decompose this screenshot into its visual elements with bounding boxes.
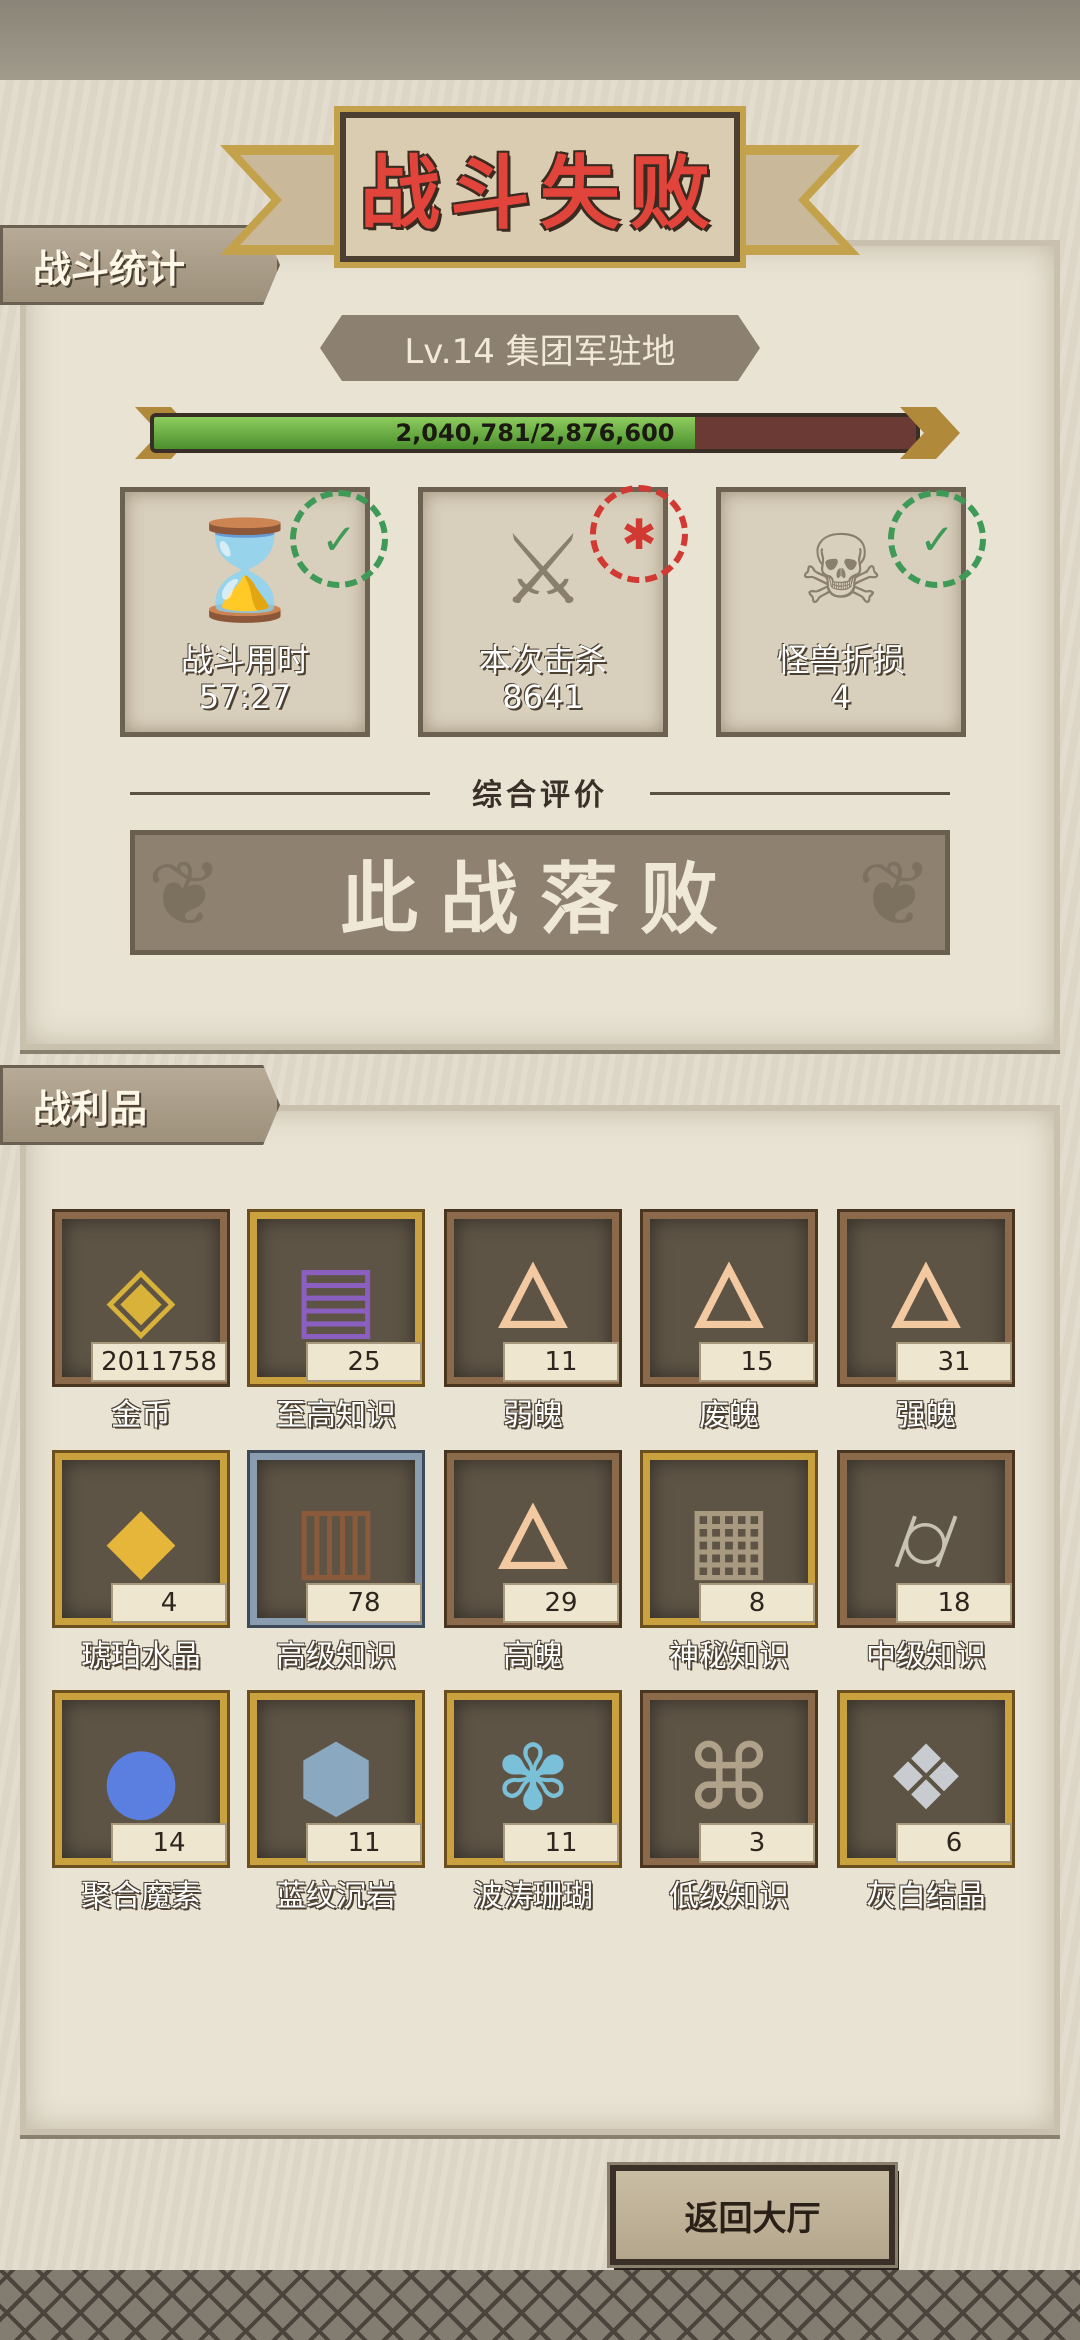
loot-count: 11 — [306, 1823, 422, 1863]
bottom-border — [0, 2270, 1080, 2340]
loot-tag: 战利品 — [0, 1065, 280, 1145]
scroll-icon: ⌭ — [893, 1486, 959, 1591]
verdict-text: 此战落败 — [339, 854, 740, 945]
progress-bar: 2,040,781/2,876,600 — [150, 413, 920, 453]
progress-text: 2,040,781/2,876,600 — [395, 419, 675, 447]
loot-item[interactable]: 🜂 31 强魄 — [840, 1212, 1020, 1433]
loot-name: 强魄 — [896, 1398, 956, 1433]
dragon-ornament-right-icon: ❦ — [857, 842, 933, 947]
loot-count: 3 — [699, 1823, 815, 1863]
stat-label: 怪兽折损 — [776, 641, 905, 679]
loot-count: 6 — [896, 1823, 1012, 1863]
level-label: Lv.14 集团军驻地 — [320, 315, 760, 381]
loot-name: 波涛珊瑚 — [473, 1879, 593, 1914]
top-border — [0, 0, 1080, 80]
divider-left — [130, 792, 430, 795]
blue-orb-icon: ● — [101, 1726, 181, 1831]
loot-name: 蓝纹沉岩 — [276, 1879, 396, 1914]
loot-name: 至高知识 — [276, 1398, 396, 1433]
loot-item[interactable]: ◆ 4 琥珀水晶 — [55, 1453, 235, 1674]
loot-name: 高级知识 — [276, 1639, 396, 1674]
loot-item[interactable]: ▤ 25 至高知识 — [250, 1212, 430, 1433]
dragon-ornament-left-icon: ❦ — [147, 842, 223, 947]
evaluation-label: 综合评价 — [472, 778, 608, 813]
amber-crystal-icon: ◆ — [106, 1486, 176, 1591]
loot-name: 金币 — [111, 1398, 171, 1433]
loot-item[interactable]: 🜂 15 废魄 — [643, 1212, 823, 1433]
loot-item[interactable]: ⌭ 18 中级知识 — [840, 1453, 1020, 1674]
loot-item[interactable]: 🜂 11 弱魄 — [447, 1212, 627, 1433]
loot-name: 中级知识 — [866, 1639, 986, 1674]
gold-coin-icon: ◈ — [106, 1245, 176, 1350]
loot-name: 神秘知识 — [669, 1639, 789, 1674]
loot-count: 2011758 — [91, 1342, 227, 1382]
blue-rock-icon: ⬢ — [296, 1726, 376, 1831]
page-title: 战斗失败 — [360, 147, 720, 240]
red-stamp-icon: ✱ — [590, 485, 688, 583]
coral-icon: ✾ — [495, 1726, 571, 1831]
loot-count: 11 — [503, 1342, 619, 1382]
loot-count: 78 — [306, 1583, 422, 1623]
loot-name: 灰白结晶 — [866, 1879, 986, 1914]
grey-crystal-icon: ❖ — [885, 1726, 967, 1831]
purple-book-icon: ▤ — [293, 1245, 379, 1350]
stat-label: 战斗用时 — [180, 641, 309, 679]
loot-item[interactable]: ⬢ 11 蓝纹沉岩 — [250, 1693, 430, 1914]
loot-name: 琥珀水晶 — [81, 1639, 201, 1674]
green-stamp-icon: ✓ — [290, 490, 388, 588]
loot-count: 31 — [896, 1342, 1012, 1382]
loot-name: 弱魄 — [503, 1398, 563, 1433]
stat-value: 8641 — [502, 678, 584, 716]
title-banner: 战斗失败 — [340, 112, 740, 262]
loot-item[interactable]: ▥ 78 高级知识 — [250, 1453, 430, 1674]
loot-count: 15 — [699, 1342, 815, 1382]
loot-count: 14 — [111, 1823, 227, 1863]
divider-right — [650, 792, 950, 795]
loot-count: 8 — [699, 1583, 815, 1623]
stat-value: 57:27 — [198, 678, 292, 716]
loot-item[interactable]: ⌘ 3 低级知识 — [643, 1693, 823, 1914]
flame-icon: 🜂 — [493, 1486, 573, 1591]
loot-item[interactable]: ✾ 11 波涛珊瑚 — [447, 1693, 627, 1914]
stat-value: 4 — [830, 678, 852, 716]
loot-item[interactable]: ◈ 2011758 金币 — [55, 1212, 235, 1433]
loot-name: 聚合魔素 — [81, 1879, 201, 1914]
loot-name: 高魄 — [503, 1639, 563, 1674]
loot-name: 废魄 — [699, 1398, 759, 1433]
flame-icon: 🜂 — [886, 1245, 966, 1350]
loot-name: 低级知识 — [669, 1879, 789, 1914]
loot-item[interactable]: ▦ 8 神秘知识 — [643, 1453, 823, 1674]
rolled-scroll-icon: ⌘ — [684, 1726, 774, 1831]
loot-item[interactable]: 🜂 29 高魄 — [447, 1453, 627, 1674]
stone-tablet-icon: ▦ — [686, 1486, 772, 1591]
flame-icon: 🜂 — [493, 1245, 573, 1350]
loot-count: 4 — [111, 1583, 227, 1623]
stat-label: 本次击杀 — [478, 641, 607, 679]
flame-icon: 🜂 — [689, 1245, 769, 1350]
loot-item[interactable]: ❖ 6 灰白结晶 — [840, 1693, 1020, 1914]
return-lobby-button[interactable]: 返回大厅 — [610, 2165, 895, 2265]
tied-book-icon: ▥ — [293, 1486, 379, 1591]
loot-count: 25 — [306, 1342, 422, 1382]
loot-count: 11 — [503, 1823, 619, 1863]
loot-count: 29 — [503, 1583, 619, 1623]
loot-count: 18 — [896, 1583, 1012, 1623]
green-stamp-icon: ✓ — [888, 490, 986, 588]
loot-item[interactable]: ● 14 聚合魔素 — [55, 1693, 235, 1914]
